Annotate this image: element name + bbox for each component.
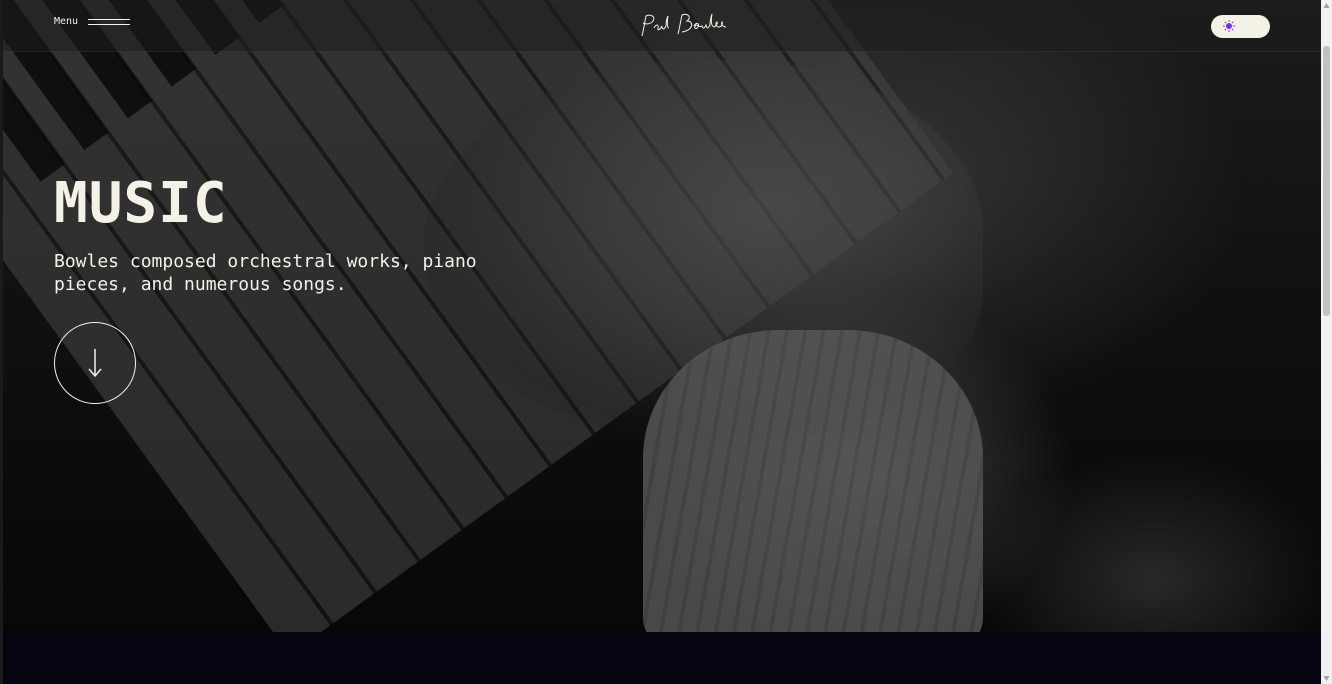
scrollbar-thumb[interactable] — [1323, 46, 1330, 316]
hero-subtitle: Bowles composed orchestral works, piano … — [54, 251, 477, 295]
scrollbar[interactable] — [1321, 0, 1332, 684]
scroll-up-arrow-icon[interactable] — [1323, 2, 1330, 9]
page: MUSIC Bowles composed orchestral works, … — [3, 0, 1321, 684]
site-header: Menu — [3, 0, 1321, 52]
hamburger-icon — [88, 17, 131, 27]
menu-label: Menu — [54, 16, 79, 27]
menu-button[interactable]: Menu — [54, 16, 131, 27]
hero-overlay — [3, 0, 1321, 632]
page-title: MUSIC — [54, 171, 228, 236]
theme-toggle[interactable] — [1211, 15, 1270, 38]
sun-icon — [1223, 20, 1235, 32]
next-section — [3, 632, 1321, 684]
scroll-down-button[interactable] — [54, 322, 136, 404]
scroll-down-arrow-icon[interactable] — [1323, 675, 1330, 682]
hero-background-image: MUSIC Bowles composed orchestral works, … — [3, 0, 1321, 632]
arrow-down-icon — [88, 349, 102, 378]
signature-logo[interactable] — [636, 10, 732, 42]
